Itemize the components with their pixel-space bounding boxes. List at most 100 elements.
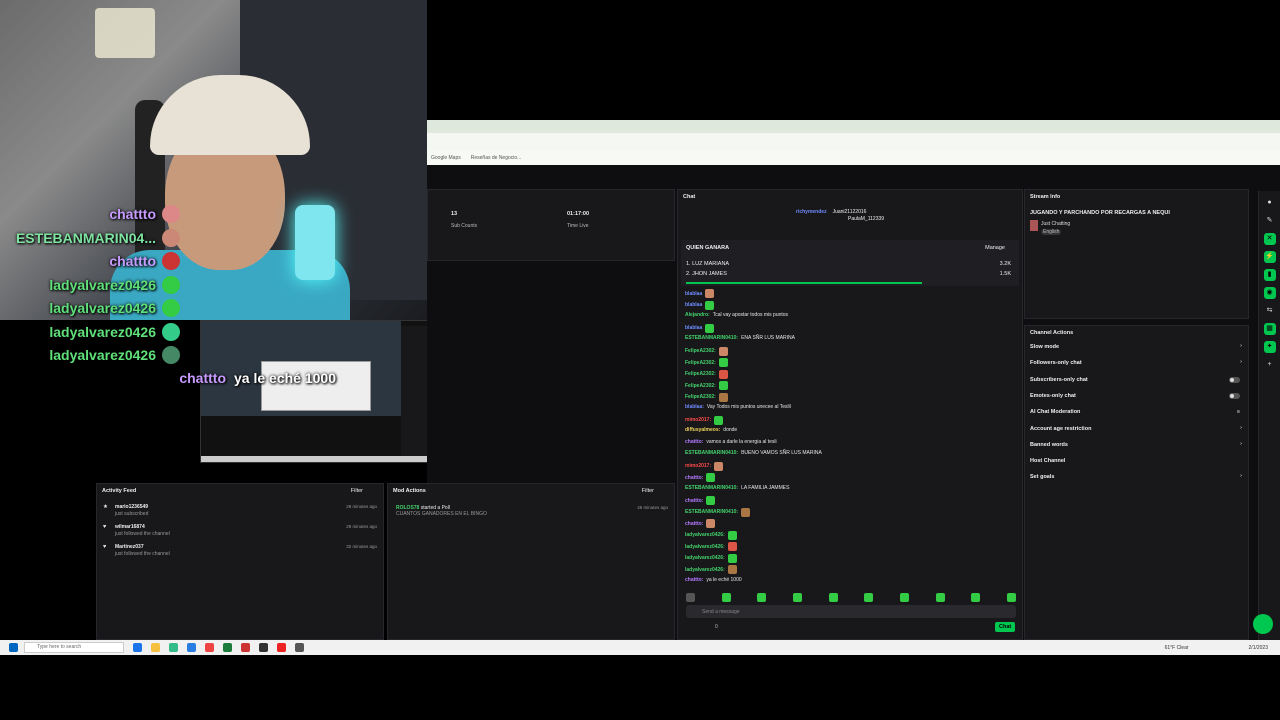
channel-action-2[interactable]: Subscribers-only chat (1030, 377, 1088, 383)
chat-username[interactable]: ladyalvarez0426: (685, 567, 725, 573)
chat-username[interactable]: mimo2017: (685, 417, 711, 423)
app-icon[interactable] (241, 643, 250, 652)
chat-username[interactable]: FelipeA2302: (685, 383, 716, 389)
chat-username[interactable]: Alejandro: (685, 312, 710, 318)
chat-username[interactable]: FelipeA2302: (685, 348, 716, 354)
quick-action-7-icon[interactable]: ✦ (1263, 341, 1276, 353)
app-icon[interactable] (187, 643, 196, 652)
chat-username[interactable]: ladyalvarez0426: (685, 532, 725, 538)
chat-username[interactable]: chattto: (685, 521, 703, 527)
settings-icon[interactable]: ≡ (1237, 409, 1240, 415)
quick-action-2-icon[interactable]: ⚡ (1263, 251, 1276, 263)
emote-icon[interactable] (792, 593, 802, 602)
poll-progress-bar (686, 282, 922, 284)
emote-icon[interactable] (864, 593, 874, 602)
chat-username[interactable]: diffusyalmeos: (685, 427, 720, 433)
edit-icon[interactable]: ✎ (1264, 215, 1276, 227)
emote-icon[interactable] (757, 593, 767, 602)
youtube-icon[interactable] (277, 643, 286, 652)
settings-icon[interactable]: ● (1264, 197, 1276, 209)
quick-action-1-icon[interactable]: ✕ (1263, 233, 1276, 245)
toggle-switch[interactable] (1229, 376, 1240, 383)
channel-action-0[interactable]: Slow mode (1030, 344, 1059, 350)
emote-icon[interactable] (935, 593, 945, 602)
app-icon[interactable] (259, 643, 268, 652)
bookmark-1[interactable]: Reseñas de Negocio... (471, 155, 522, 161)
taskbar-search[interactable]: Type here to search (24, 642, 124, 653)
category-name[interactable]: Just Chatting (1041, 221, 1070, 227)
chevron-right-icon[interactable]: › (1240, 473, 1242, 479)
chevron-right-icon[interactable]: › (1240, 425, 1242, 431)
quick-action-3-icon[interactable]: ▮ (1263, 269, 1276, 281)
chat-emote-icon (718, 346, 728, 356)
browser-addressbar[interactable] (427, 133, 1280, 150)
activity-user[interactable]: wilmar16874 (115, 524, 145, 530)
emote-icon[interactable] (971, 593, 981, 602)
mod-filter-button[interactable]: Filter (642, 488, 654, 494)
chat-message: Alejandro: Tcal vay apostar todos mis pun… (685, 312, 788, 318)
chevron-right-icon[interactable]: › (1240, 441, 1242, 447)
quick-action-5-icon[interactable]: ⇆ (1264, 305, 1276, 317)
emote-icon[interactable] (1006, 593, 1016, 602)
activity-filter-button[interactable]: Filter (351, 488, 363, 494)
channel-action-6[interactable]: Banned words (1030, 442, 1068, 448)
emote-icon[interactable] (899, 593, 909, 602)
channel-action-8[interactable]: Set goals (1030, 474, 1054, 480)
add-action-icon[interactable]: + (1264, 359, 1276, 371)
chat-username[interactable]: chattto: (685, 475, 703, 481)
channel-points-value[interactable]: 0 (715, 624, 718, 630)
channel-action-3[interactable]: Emotes-only chat (1030, 393, 1076, 399)
chat-username[interactable]: ESTEBANMARIN0410: (685, 509, 738, 515)
chat-username[interactable]: mimo2017: (685, 463, 711, 469)
toggle-switch[interactable] (1229, 392, 1240, 399)
taskbar-clock[interactable]: 2/1/2023 (1249, 645, 1268, 651)
chat-message: FelipeA2302: (685, 381, 728, 390)
emote-icon[interactable] (686, 593, 695, 602)
language-tag: English (1041, 229, 1062, 235)
chat-username[interactable]: blablaa (685, 291, 702, 297)
chat-username[interactable]: FelipeA2302: (685, 394, 716, 400)
channel-action-5[interactable]: Account age restriction (1030, 426, 1091, 432)
emote-icon[interactable] (721, 593, 731, 602)
activity-user[interactable]: mario1236549 (115, 504, 148, 510)
chat-username[interactable]: ladyalvarez0426: (685, 544, 725, 550)
chat-username[interactable]: ESTEBANMARIN0410: (685, 450, 738, 456)
channel-action-7[interactable]: Host Channel (1030, 458, 1065, 464)
chat-username[interactable]: chattto: (685, 577, 703, 583)
channel-action-1[interactable]: Followers-only chat (1030, 360, 1082, 366)
obs-icon[interactable] (295, 643, 304, 652)
windows-start-icon[interactable] (9, 643, 18, 652)
chat-username[interactable]: chattto: (685, 498, 703, 504)
channel-action-4[interactable]: AI Chat Moderation (1030, 409, 1080, 415)
chat-username[interactable]: FelipeA2302: (685, 371, 716, 377)
quick-action-4-icon[interactable]: ◉ (1263, 287, 1276, 299)
chat-username[interactable]: blablaa (685, 325, 702, 331)
app-icon[interactable] (169, 643, 178, 652)
chat-username[interactable]: ESTEBANMARIN0410: (685, 485, 738, 491)
chat-username[interactable]: ladyalvarez0426: (685, 555, 725, 561)
emote-icon[interactable] (828, 593, 838, 602)
excel-icon[interactable] (223, 643, 232, 652)
chat-username[interactable]: chattto: (685, 439, 703, 445)
chat-username[interactable]: FelipeA2302: (685, 360, 716, 366)
activity-action: just subscribed (115, 511, 149, 517)
quick-action-6-icon[interactable]: ▦ (1263, 323, 1276, 335)
gifter-2[interactable]: PaulaM_112339 (848, 216, 884, 222)
edge-icon[interactable] (133, 643, 142, 652)
chevron-right-icon[interactable]: › (1240, 359, 1242, 365)
chat-username[interactable]: ESTEBANMARIN0410: (685, 335, 738, 341)
poll-manage-button[interactable]: Manage (985, 245, 1005, 251)
folder-icon[interactable] (151, 643, 160, 652)
chevron-right-icon[interactable]: › (1240, 343, 1242, 349)
bookmark-0[interactable]: Google Maps (431, 155, 461, 161)
chat-username[interactable]: blablaa: (685, 404, 704, 410)
help-button[interactable] (1253, 614, 1273, 634)
chat-input[interactable]: Send a message (686, 605, 1016, 618)
gifter-1[interactable]: Juani21122016 (833, 209, 867, 215)
gifter-0[interactable]: richymendez (796, 209, 827, 215)
chat-emote-icon (718, 381, 728, 390)
activity-user[interactable]: Martinez037 (115, 544, 144, 550)
chat-username[interactable]: blablaa (685, 302, 702, 308)
chrome-icon[interactable] (205, 643, 214, 652)
chat-send-button[interactable]: Chat (995, 622, 1016, 632)
